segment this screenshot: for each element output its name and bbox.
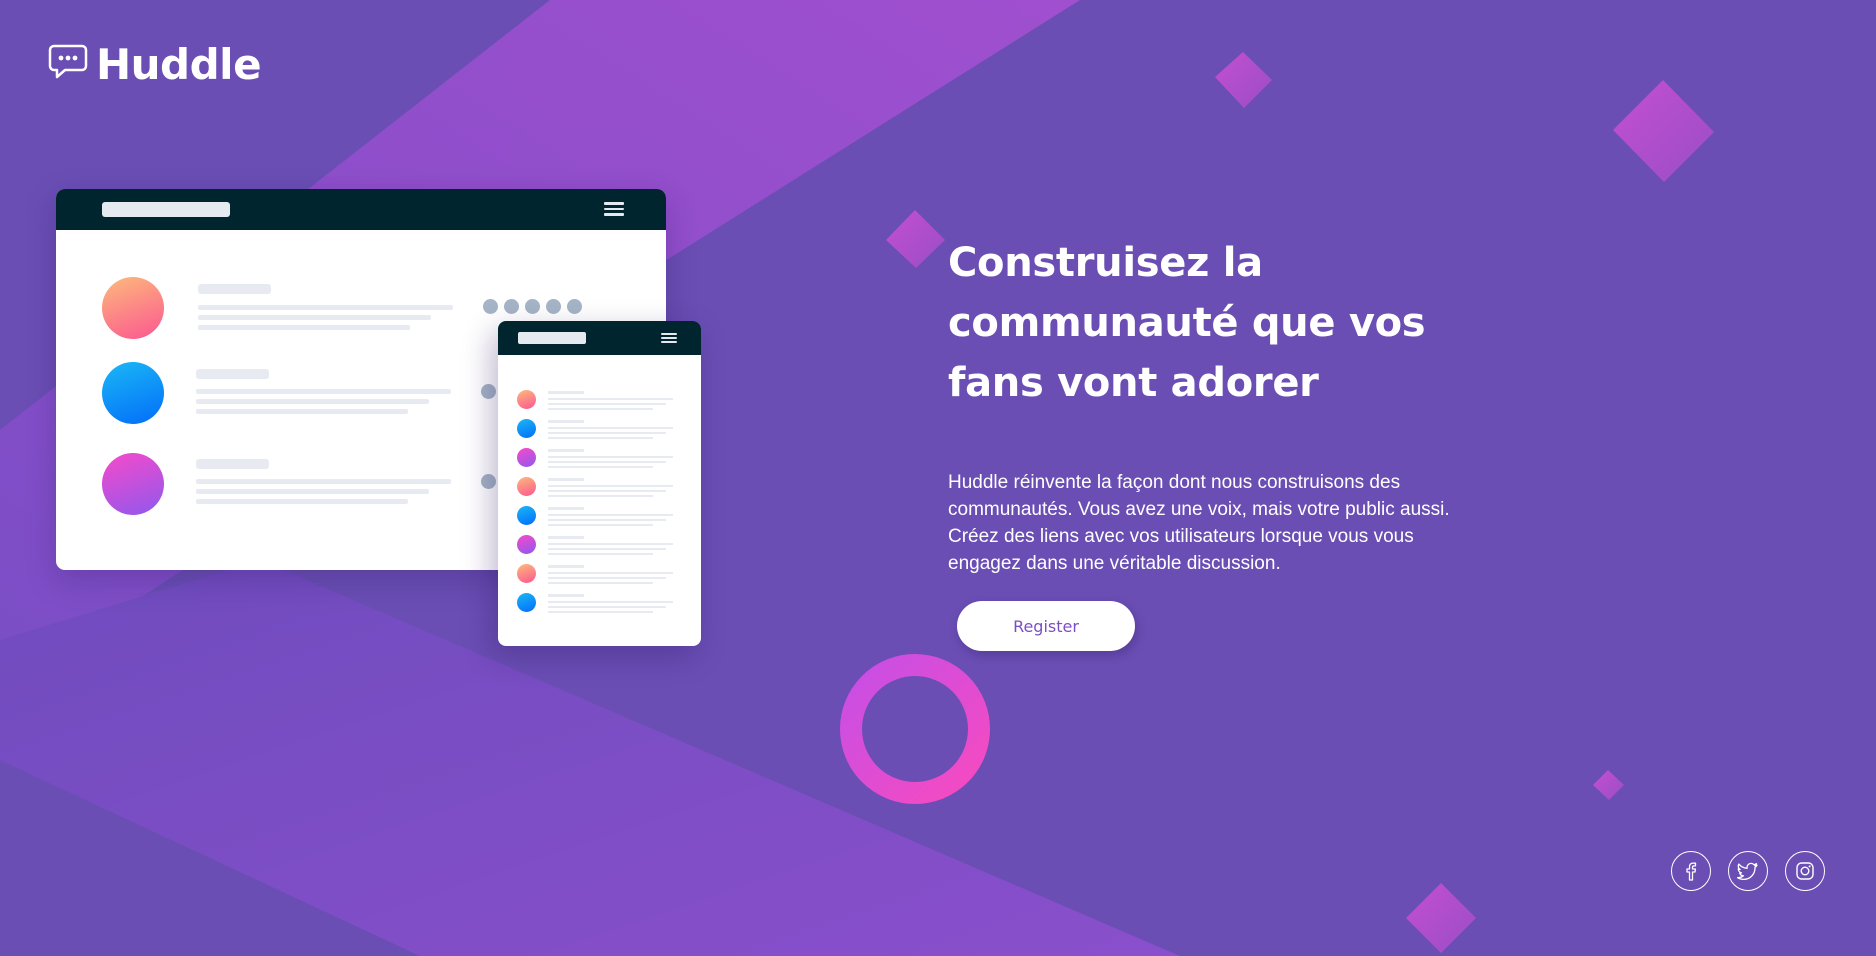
facebook-icon: [1686, 862, 1697, 881]
hamburger-icon: [661, 333, 677, 343]
text-placeholder: [548, 408, 653, 410]
facebook-link[interactable]: [1671, 851, 1711, 891]
text-placeholder: [198, 305, 453, 310]
text-placeholder: [548, 577, 666, 579]
text-placeholder: [548, 565, 584, 568]
text-placeholder: [548, 478, 584, 481]
dot-placeholder: [525, 299, 540, 314]
text-placeholder: [548, 391, 584, 394]
hero-section: Construisez la communauté que vos fans v…: [948, 233, 1468, 577]
text-placeholder: [548, 524, 653, 526]
avatar-placeholder: [517, 477, 536, 496]
text-placeholder: [196, 399, 429, 404]
avatar-placeholder: [517, 448, 536, 467]
text-placeholder: [196, 409, 408, 414]
text-placeholder: [548, 466, 653, 468]
dot-placeholder: [567, 299, 582, 314]
avatar-placeholder: [517, 535, 536, 554]
diamond-shape: [1215, 52, 1272, 108]
text-placeholder: [548, 536, 584, 539]
mockup-title-placeholder: [518, 332, 586, 344]
avatar-placeholder: [517, 593, 536, 612]
dot-placeholder: [504, 299, 519, 314]
twitter-icon: [1737, 862, 1758, 881]
avatar-placeholder: [102, 277, 164, 339]
dot-placeholder: [481, 474, 496, 489]
text-placeholder: [548, 420, 584, 423]
text-placeholder: [196, 369, 269, 379]
diamond-shape: [1406, 883, 1476, 953]
mobile-mockup-illustration: [498, 321, 701, 646]
diamond-shape: [886, 210, 945, 268]
text-placeholder: [548, 449, 584, 452]
hamburger-icon: [604, 202, 624, 216]
text-placeholder: [198, 325, 410, 330]
text-placeholder: [196, 479, 451, 484]
text-placeholder: [548, 582, 653, 584]
text-placeholder: [548, 427, 673, 429]
hero-title: Construisez la communauté que vos fans v…: [948, 233, 1468, 413]
brand-name: Huddle: [96, 40, 262, 89]
avatar-placeholder: [517, 390, 536, 409]
chat-bubble-icon: [48, 44, 88, 85]
text-placeholder: [548, 606, 666, 608]
hero-description: Huddle réinvente la façon dont nous cons…: [948, 472, 1450, 574]
text-placeholder: [548, 514, 673, 516]
text-placeholder: [196, 459, 269, 469]
text-placeholder: [548, 507, 584, 510]
avatar-placeholder: [102, 453, 164, 515]
avatar-placeholder: [517, 419, 536, 438]
text-placeholder: [548, 485, 673, 487]
hero-title-line: Construisez la: [948, 240, 1263, 286]
brand-logo[interactable]: Huddle: [48, 40, 262, 89]
diamond-shape: [1613, 80, 1714, 182]
text-placeholder: [196, 499, 408, 504]
text-placeholder: [548, 490, 666, 492]
text-placeholder: [548, 437, 653, 439]
text-placeholder: [198, 284, 271, 294]
social-links: [1671, 851, 1825, 891]
text-placeholder: [548, 519, 666, 521]
mockup-header: [498, 321, 701, 355]
instagram-icon: [1796, 862, 1814, 880]
dot-placeholder: [483, 299, 498, 314]
text-placeholder: [548, 495, 653, 497]
text-placeholder: [548, 572, 673, 574]
twitter-link[interactable]: [1728, 851, 1768, 891]
text-placeholder: [548, 432, 666, 434]
instagram-link[interactable]: [1785, 851, 1825, 891]
ring-shape: [840, 654, 990, 804]
register-button[interactable]: Register: [957, 601, 1135, 651]
text-placeholder: [198, 315, 431, 320]
text-placeholder: [548, 461, 666, 463]
dot-placeholder: [481, 384, 496, 399]
text-placeholder: [548, 398, 673, 400]
text-placeholder: [548, 601, 673, 603]
mockup-title-placeholder: [102, 202, 230, 217]
avatar-placeholder: [517, 506, 536, 525]
hero-title-line: fans vont adorer: [948, 360, 1319, 406]
text-placeholder: [548, 456, 673, 458]
text-placeholder: [548, 553, 653, 555]
text-placeholder: [548, 548, 666, 550]
text-placeholder: [548, 594, 584, 597]
text-placeholder: [196, 389, 451, 394]
avatar-placeholder: [517, 564, 536, 583]
text-placeholder: [196, 489, 429, 494]
text-placeholder: [548, 543, 673, 545]
diamond-shape: [1593, 770, 1624, 800]
avatar-placeholder: [102, 362, 164, 424]
text-placeholder: [548, 611, 653, 613]
mockup-header: [56, 189, 666, 230]
text-placeholder: [548, 403, 666, 405]
dot-placeholder: [546, 299, 561, 314]
hero-title-line: communauté que vos: [948, 300, 1426, 346]
